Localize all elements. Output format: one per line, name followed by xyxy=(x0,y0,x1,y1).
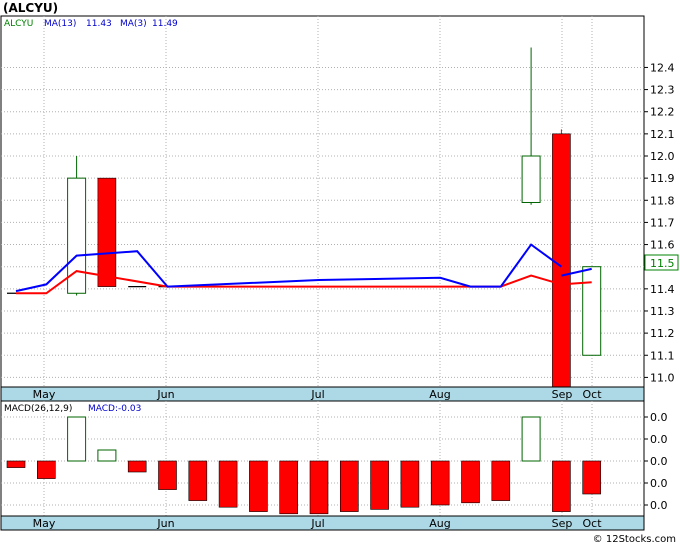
month-label: Sep xyxy=(552,517,573,530)
macd-bar-negative xyxy=(370,460,389,510)
macd-bar-negative xyxy=(552,460,571,512)
macd-legend-value: MACD:-0.03 xyxy=(88,404,141,414)
price-panel-frame xyxy=(0,15,645,388)
price-tick-label: 11.3 xyxy=(650,305,675,318)
macd-bar-negative xyxy=(400,460,420,508)
stock-chart: (ALCYU) ALCYU MA(13) 11.43 MA(3) 11.49 1… xyxy=(0,0,680,546)
macd-tick-label: 0.0 xyxy=(650,433,668,446)
price-tick-label: 11.0 xyxy=(650,371,675,384)
macd-bar-negative xyxy=(218,460,238,508)
macd-bar-negative xyxy=(279,460,299,515)
price-tick-label: 12.3 xyxy=(650,84,675,97)
month-label: Aug xyxy=(429,517,450,530)
watermark: © 12Stocks.com xyxy=(593,534,676,545)
macd-tick-label: 0.0 xyxy=(650,499,668,512)
macd-bar-negative xyxy=(249,460,268,512)
month-label: Sep xyxy=(552,388,573,401)
current-price-label: 11.5 xyxy=(650,257,675,270)
macd-tick-label: 0.0 xyxy=(650,477,668,490)
price-tick-label: 11.9 xyxy=(650,172,675,185)
macd-bar-negative xyxy=(430,460,450,506)
month-label: May xyxy=(33,517,56,530)
macd-bar-negative xyxy=(582,460,602,495)
month-label: Aug xyxy=(429,388,450,401)
macd-bar-negative xyxy=(6,460,26,468)
candle-up xyxy=(521,155,541,203)
macd-bar-negative xyxy=(309,460,329,515)
macd-legend-label: MACD(26,12,9) xyxy=(4,404,72,414)
macd-bar-positive xyxy=(97,449,117,462)
macd-tick-label: 0.0 xyxy=(650,411,668,424)
month-label: Jun xyxy=(156,517,174,530)
macd-bar-negative xyxy=(127,460,147,473)
macd-bar-positive xyxy=(67,416,87,462)
legend-ma13-value: 11.43 xyxy=(86,19,112,29)
month-label: Jul xyxy=(310,517,324,530)
macd-bar-negative xyxy=(339,460,359,512)
legend-ticker: ALCYU xyxy=(4,19,33,29)
price-tick-label: 12.2 xyxy=(650,106,675,119)
legend-ma3-value: 11.49 xyxy=(152,19,178,29)
price-tick-label: 11.1 xyxy=(650,349,675,362)
price-tick-label: 12.0 xyxy=(650,150,675,163)
macd-bar-negative xyxy=(461,460,480,504)
month-label: Jul xyxy=(310,388,324,401)
macd-tick-label: 0.0 xyxy=(650,455,668,468)
price-tick-label: 11.6 xyxy=(650,239,675,252)
price-tick-label: 11.2 xyxy=(650,327,675,340)
macd-bar-negative xyxy=(158,460,177,490)
macd-bar-positive xyxy=(521,416,541,462)
price-tick-label: 12.4 xyxy=(650,61,675,74)
month-label: Oct xyxy=(582,517,602,530)
price-tick-label: 11.4 xyxy=(650,283,675,296)
legend-ma3-label: MA(3) xyxy=(120,19,147,29)
candle-down xyxy=(97,177,117,287)
month-label: May xyxy=(33,388,56,401)
month-label: Jun xyxy=(156,388,174,401)
macd-bar-negative xyxy=(491,460,511,501)
legend-ma13-label: MA(13) xyxy=(44,19,76,29)
macd-bar-negative xyxy=(36,460,56,479)
macd-bar-negative xyxy=(188,460,208,501)
candle-up xyxy=(582,266,602,356)
price-tick-label: 11.7 xyxy=(650,216,675,229)
price-tick-label: 11.8 xyxy=(650,194,675,207)
price-tick-label: 12.1 xyxy=(650,128,675,141)
chart-title: (ALCYU) xyxy=(3,1,58,15)
month-label: Oct xyxy=(582,388,602,401)
